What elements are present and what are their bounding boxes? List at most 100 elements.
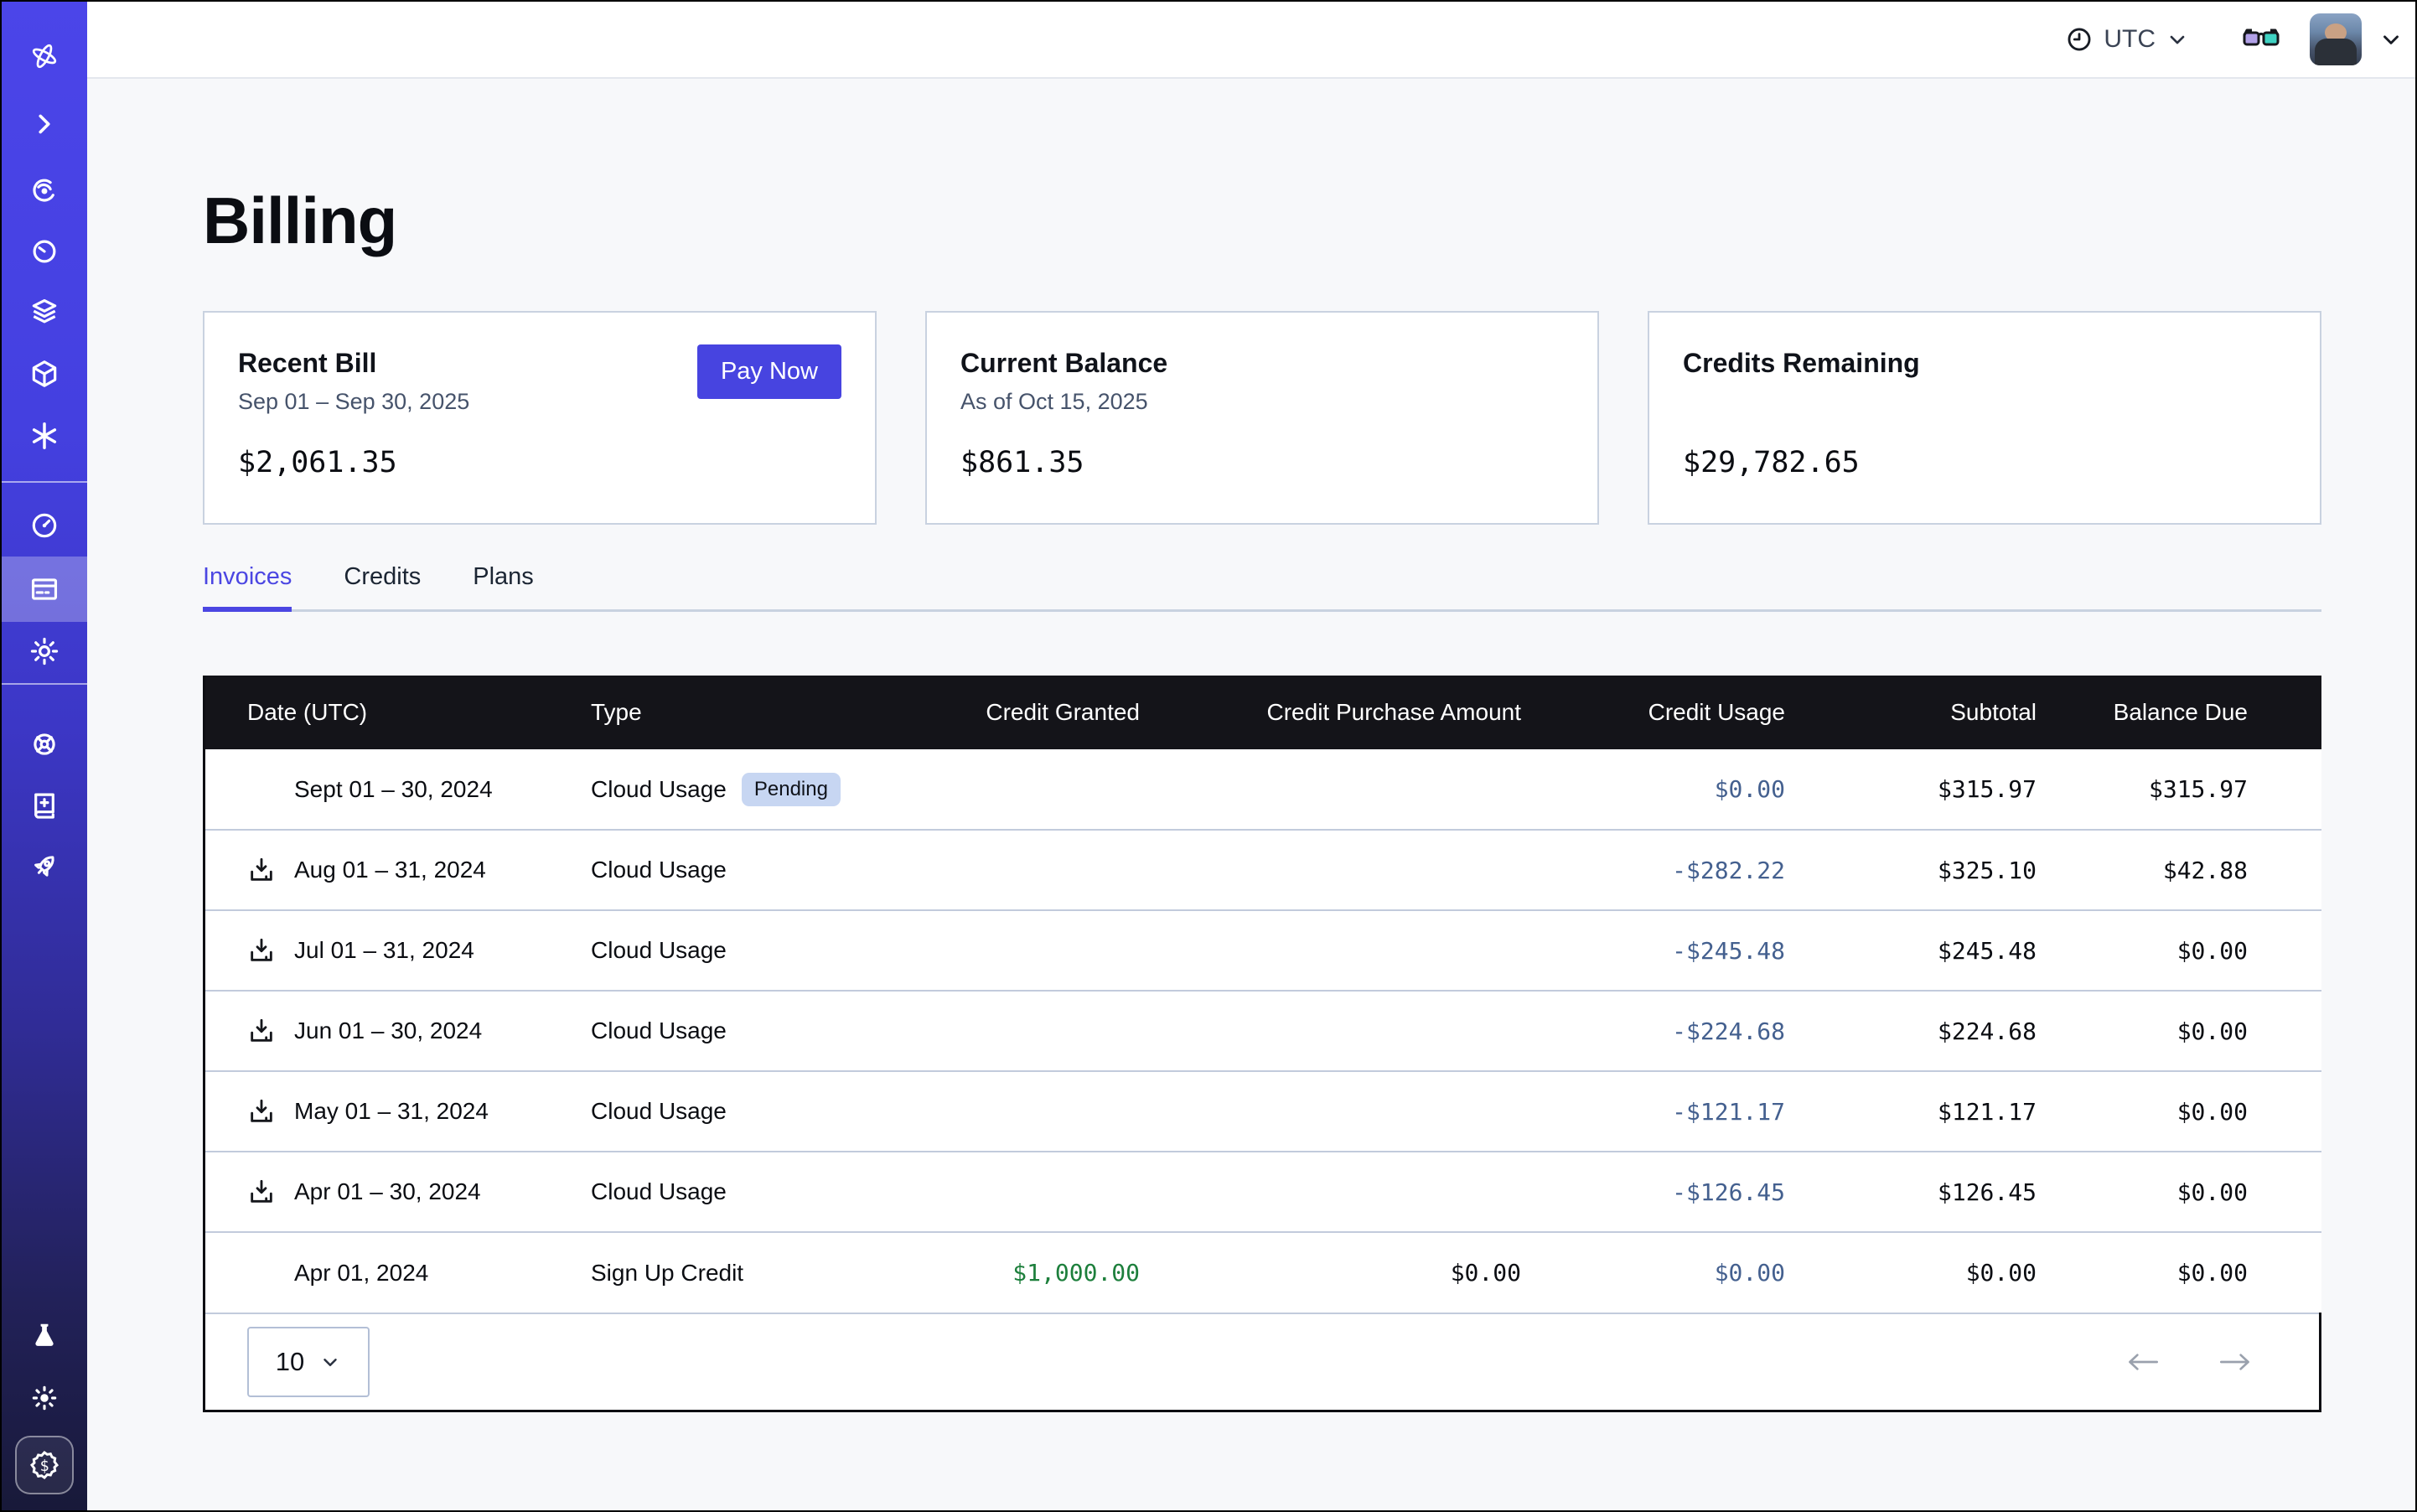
- card-title: Credits Remaining: [1683, 348, 2286, 379]
- credit-usage-value-cell: -$121.17: [1521, 1071, 1785, 1152]
- timezone-selector[interactable]: UTC: [2065, 25, 2189, 54]
- logo-mark[interactable]: [28, 40, 60, 72]
- credit-usage-value-cell: -$126.45: [1521, 1152, 1785, 1232]
- credit-purchase-value-cell: [1140, 1152, 1521, 1232]
- balance-due-value-cell: $0.00: [2037, 910, 2321, 991]
- prev-page-arrow-icon[interactable]: [2126, 1349, 2160, 1375]
- subtotal-value-cell: $121.17: [1785, 1071, 2037, 1152]
- account-chevron-down-icon[interactable]: [2378, 27, 2404, 52]
- credit-purchase-value-cell: [1140, 749, 1521, 830]
- svg-text:$: $: [39, 1458, 49, 1475]
- card-amount: $861.35: [960, 446, 1564, 479]
- page-size-select[interactable]: 10: [247, 1327, 370, 1397]
- credits-remaining-card: Credits Remaining $29,782.65: [1648, 311, 2321, 525]
- invoice-date: Aug 01 – 31, 2024: [294, 857, 486, 883]
- invoice-date: Jun 01 – 30, 2024: [294, 1017, 482, 1044]
- subtotal-value: $224.68: [1938, 1017, 2037, 1045]
- status-badge: Pending: [742, 773, 841, 806]
- gauge-icon[interactable]: [28, 510, 60, 541]
- content: Billing Recent Bill Sep 01 – Sep 30, 202…: [87, 79, 2417, 1510]
- col-credit-usage: Credit Usage: [1521, 676, 1785, 749]
- table-row: May 01 – 31, 2024Cloud Usage-$121.17$121…: [205, 1071, 2321, 1152]
- page-title: Billing: [203, 183, 2321, 259]
- credit-usage-value: -$126.45: [1672, 1178, 1785, 1206]
- balance-due-value-cell: $42.88: [2037, 830, 2321, 910]
- tab-invoices[interactable]: Invoices: [203, 563, 292, 609]
- tab-credits[interactable]: Credits: [344, 563, 421, 609]
- chevron-right-icon[interactable]: [28, 108, 60, 140]
- download-slot: [247, 936, 294, 965]
- billing-icon[interactable]: [28, 573, 60, 605]
- download-invoice-icon[interactable]: [247, 1017, 276, 1045]
- credit-usage-value: -$224.68: [1672, 1017, 1785, 1045]
- sidebar: $: [2, 2, 87, 1510]
- table-row: Aug 01 – 31, 2024Cloud Usage-$282.22$325…: [205, 830, 2321, 910]
- radar-icon[interactable]: [28, 175, 60, 207]
- subtotal-value-cell: $315.97: [1785, 749, 2037, 830]
- avatar[interactable]: [2310, 13, 2362, 65]
- flask-icon[interactable]: [28, 1320, 60, 1352]
- credit-granted-value-cell: [930, 749, 1140, 830]
- credit-usage-value: $0.00: [1715, 775, 1785, 803]
- invoice-type: Cloud Usage: [591, 1178, 727, 1204]
- balance-due-value: $0.00: [2177, 1259, 2248, 1287]
- balance-due-value: $0.00: [2177, 1178, 2248, 1206]
- credit-usage-value: -$282.22: [1672, 857, 1785, 884]
- next-page-arrow-icon[interactable]: [2218, 1349, 2252, 1375]
- invoice-date: May 01 – 31, 2024: [294, 1098, 489, 1125]
- balance-due-value-cell: $0.00: [2037, 991, 2321, 1071]
- invoice-type: Cloud Usage: [591, 857, 727, 883]
- card-amount: $2,061.35: [238, 446, 841, 479]
- download-invoice-icon[interactable]: [247, 856, 276, 884]
- download-invoice-icon[interactable]: [247, 936, 276, 965]
- timer-icon[interactable]: [28, 236, 60, 267]
- credit-granted-value-cell: [930, 830, 1140, 910]
- credits-badge-button[interactable]: $: [15, 1436, 74, 1494]
- invoice-type: Sign Up Credit: [591, 1260, 743, 1286]
- download-invoice-icon[interactable]: [247, 1178, 276, 1206]
- credit-usage-value-cell: $0.00: [1521, 1232, 1785, 1313]
- balance-due-value-cell: $315.97: [2037, 749, 2321, 830]
- support-wheel-icon[interactable]: [28, 728, 60, 760]
- docs-book-icon[interactable]: [28, 789, 60, 821]
- layers-icon[interactable]: [28, 296, 60, 328]
- sidebar-divider: [2, 683, 87, 685]
- credits-badge-icon: $: [28, 1448, 61, 1482]
- col-credit-granted: Credit Granted: [930, 676, 1140, 749]
- gear-icon[interactable]: [28, 635, 60, 667]
- card-subtitle: As of Oct 15, 2025: [960, 389, 1564, 417]
- subtotal-value: $315.97: [1938, 775, 2037, 803]
- card-subtitle: [1683, 389, 2286, 417]
- credit-purchase-value-cell: [1140, 991, 1521, 1071]
- credit-usage-value-cell: -$224.68: [1521, 991, 1785, 1071]
- credit-usage-value-cell: -$282.22: [1521, 830, 1785, 910]
- balance-due-value: $0.00: [2177, 937, 2248, 965]
- table-row: Apr 01, 2024Sign Up Credit$1,000.00$0.00…: [205, 1232, 2321, 1313]
- download-invoice-icon[interactable]: [247, 1097, 276, 1126]
- asterisk-icon[interactable]: [28, 420, 60, 452]
- rocket-icon[interactable]: [28, 851, 60, 883]
- cube-icon[interactable]: [28, 358, 60, 390]
- table-row: Jun 01 – 30, 2024Cloud Usage-$224.68$224…: [205, 991, 2321, 1071]
- download-slot: [247, 1097, 294, 1126]
- summary-cards: Recent Bill Sep 01 – Sep 30, 2025 $2,061…: [203, 311, 2321, 525]
- table-body: Sept 01 – 30, 2024Cloud UsagePending$0.0…: [205, 749, 2321, 1313]
- col-date: Date (UTC): [205, 676, 591, 749]
- pay-now-button[interactable]: Pay Now: [697, 344, 841, 399]
- invoice-date: Apr 01 – 30, 2024: [294, 1178, 481, 1205]
- subtotal-value: $126.45: [1938, 1178, 2037, 1206]
- app-window: $ UTC: [0, 0, 2417, 1512]
- invoice-date: Jul 01 – 31, 2024: [294, 937, 474, 964]
- invoice-type: Cloud Usage: [591, 776, 727, 802]
- sidebar-divider: [2, 481, 87, 483]
- credit-usage-value-cell: -$245.48: [1521, 910, 1785, 991]
- brightness-icon[interactable]: [28, 1382, 60, 1414]
- page-size-value: 10: [276, 1347, 304, 1377]
- invoice-date: Apr 01, 2024: [294, 1260, 428, 1287]
- glasses-icon[interactable]: [2243, 27, 2280, 52]
- card-title: Current Balance: [960, 348, 1564, 379]
- credit-usage-value: -$121.17: [1672, 1098, 1785, 1126]
- tab-plans[interactable]: Plans: [473, 563, 534, 609]
- col-type: Type: [591, 676, 930, 749]
- recent-bill-card: Recent Bill Sep 01 – Sep 30, 2025 $2,061…: [203, 311, 877, 525]
